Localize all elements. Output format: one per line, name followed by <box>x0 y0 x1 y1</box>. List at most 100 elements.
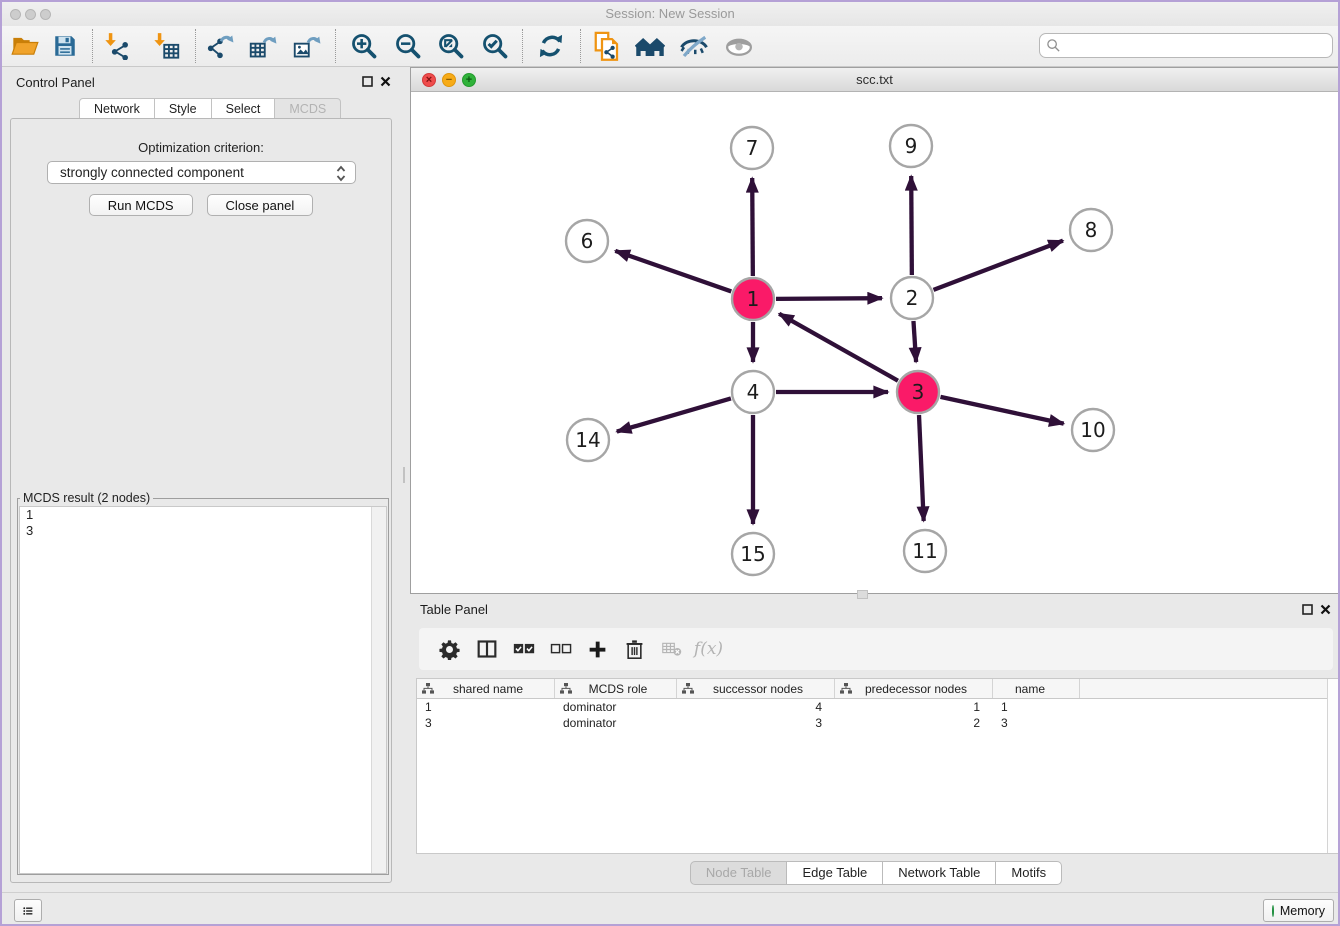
table-row[interactable]: 3dominator323 <box>417 715 1339 731</box>
result-line: 3 <box>20 523 386 539</box>
toolbar-separator <box>195 29 196 63</box>
run-mcds-button[interactable]: Run MCDS <box>89 194 193 216</box>
export-network-icon[interactable] <box>205 31 235 61</box>
column-header-name[interactable]: name <box>993 679 1080 698</box>
delete-table-icon <box>653 634 690 664</box>
graph-edge-2-3[interactable] <box>913 321 916 362</box>
criterion-select[interactable]: strongly connected component <box>47 161 356 184</box>
column-type-icon <box>560 683 572 694</box>
graph-node-label-4: 4 <box>747 380 760 404</box>
tab-edge-table[interactable]: Edge Table <box>787 861 883 885</box>
deselect-all-rows-icon[interactable] <box>542 634 579 664</box>
column-header-label: successor nodes <box>694 682 834 696</box>
import-network-icon[interactable] <box>102 31 132 61</box>
tab-network[interactable]: Network <box>79 98 155 119</box>
node-table: shared name MCDS role successor nodes prede… <box>416 678 1340 854</box>
column-browser-icon[interactable] <box>468 634 505 664</box>
tab-mcds[interactable]: MCDS <box>275 98 341 119</box>
new-network-from-selection-icon[interactable] <box>592 31 622 61</box>
graph-edge-3-1[interactable] <box>779 314 898 381</box>
graph-node-label-6: 6 <box>581 229 594 253</box>
task-history-button[interactable] <box>14 899 42 922</box>
apply-layout-icon[interactable] <box>536 31 566 61</box>
graph-node-label-14: 14 <box>575 428 600 452</box>
zoom-out-icon[interactable] <box>393 31 423 61</box>
graph-node-label-3: 3 <box>912 380 925 404</box>
zoom-in-icon[interactable] <box>349 31 379 61</box>
graph-edge-1-7[interactable] <box>752 178 753 276</box>
save-session-icon[interactable] <box>50 31 80 61</box>
graph-node-label-9: 9 <box>905 134 918 158</box>
column-header-successor-nodes[interactable]: successor nodes <box>677 679 835 698</box>
graph-edge-2-9[interactable] <box>911 176 912 275</box>
toolbar-separator <box>580 29 581 63</box>
table-header-row: shared name MCDS role successor nodes prede… <box>417 679 1339 699</box>
main-toolbar <box>2 26 1338 67</box>
list-icon <box>23 904 33 918</box>
optimization-criterion-label: Optimization criterion: <box>11 140 391 155</box>
result-scrollbar[interactable] <box>371 507 386 873</box>
tab-motifs[interactable]: Motifs <box>996 861 1062 885</box>
zoom-selected-icon[interactable] <box>480 31 510 61</box>
column-type-icon <box>840 683 852 694</box>
graph-node-label-2: 2 <box>906 286 919 310</box>
column-header-label: predecessor nodes <box>852 682 992 696</box>
graph-edge-2-8[interactable] <box>934 241 1063 290</box>
table-scrollbar[interactable] <box>1327 679 1339 853</box>
tab-node-table[interactable]: Node Table <box>690 861 788 885</box>
close-panel-button[interactable]: Close panel <box>207 194 314 216</box>
search-input[interactable] <box>1065 36 1332 56</box>
table-cell: 3 <box>417 715 555 731</box>
mcds-result-list[interactable]: 13 <box>19 506 387 874</box>
open-session-icon[interactable] <box>10 31 40 61</box>
table-cell: 1 <box>835 699 993 715</box>
graph-node-label-1: 1 <box>747 287 760 311</box>
column-header-label: shared name <box>434 682 554 696</box>
table-tabs: Node Table Edge Table Network Table Moti… <box>410 861 1340 885</box>
graph-node-label-15: 15 <box>740 542 765 566</box>
mcds-panel-body: Optimization criterion: strongly connect… <box>10 118 392 883</box>
search-box[interactable] <box>1039 33 1333 58</box>
export-table-icon[interactable] <box>248 31 278 61</box>
toolbar-separator <box>522 29 523 63</box>
close-table-panel-icon[interactable] <box>1319 603 1332 616</box>
tab-network-table[interactable]: Network Table <box>883 861 996 885</box>
export-image-icon[interactable] <box>292 31 322 61</box>
close-panel-icon[interactable] <box>379 75 392 88</box>
add-column-icon[interactable] <box>579 634 616 664</box>
import-table-icon[interactable] <box>151 31 181 61</box>
titlebar: Session: New Session <box>2 2 1338 26</box>
graph-edge-4-14[interactable] <box>617 398 731 431</box>
table-cell: dominator <box>555 699 677 715</box>
delete-columns-icon[interactable] <box>616 634 653 664</box>
hide-selected-icon[interactable] <box>679 31 709 61</box>
column-header-predecessor-nodes[interactable]: predecessor nodes <box>835 679 993 698</box>
graph-node-label-7: 7 <box>746 136 759 160</box>
table-cell: 4 <box>677 699 835 715</box>
column-header-MCDS-role[interactable]: MCDS role <box>555 679 677 698</box>
graph-edge-1-6[interactable] <box>615 251 731 292</box>
network-canvas[interactable]: 7968124314101511 <box>411 92 1338 593</box>
toolbar-separator <box>335 29 336 63</box>
table-settings-gear-icon[interactable] <box>431 634 468 664</box>
zoom-fit-icon[interactable] <box>436 31 466 61</box>
select-stepper-icon <box>336 165 346 185</box>
graph-node-label-8: 8 <box>1085 218 1098 242</box>
status-bar: Memory <box>2 892 1338 925</box>
select-all-rows-icon[interactable] <box>505 634 542 664</box>
column-header-label: MCDS role <box>572 682 676 696</box>
graph-edge-3-11[interactable] <box>919 415 924 521</box>
table-row[interactable]: 1dominator411 <box>417 699 1339 715</box>
column-header-shared-name[interactable]: shared name <box>417 679 555 698</box>
memory-button[interactable]: Memory <box>1263 899 1334 922</box>
graph-edge-1-2[interactable] <box>776 298 882 299</box>
graph-edge-3-10[interactable] <box>940 397 1063 424</box>
graph-node-label-10: 10 <box>1080 418 1105 442</box>
tab-select[interactable]: Select <box>212 98 276 119</box>
first-neighbors-icon[interactable] <box>635 31 665 61</box>
mcds-result-title: MCDS result (2 nodes) <box>20 491 153 505</box>
float-panel-icon[interactable] <box>361 75 374 88</box>
float-table-panel-icon[interactable] <box>1301 603 1314 616</box>
tab-style[interactable]: Style <box>155 98 212 119</box>
memory-status-icon <box>1272 905 1274 917</box>
